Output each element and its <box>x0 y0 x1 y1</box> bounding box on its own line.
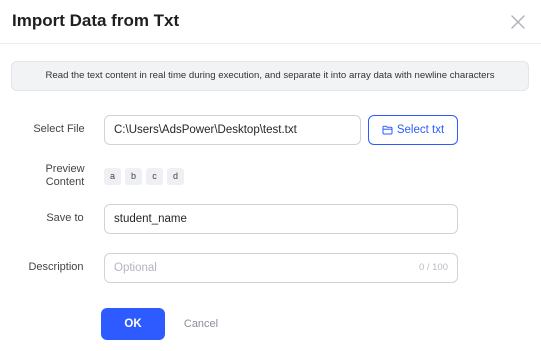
dialog-header: Import Data from Txt <box>0 0 541 44</box>
preview-content-label: Preview Content <box>26 163 104 189</box>
folder-icon <box>382 125 393 135</box>
file-path-input[interactable]: C:\Users\AdsPower\Desktop\test.txt <box>104 115 361 145</box>
preview-label-line1: Preview <box>45 163 85 175</box>
preview-label-line2: Content <box>45 176 85 188</box>
description-char-counter: 0 / 100 <box>418 262 448 273</box>
select-file-label: Select File <box>33 123 85 135</box>
description-placeholder: Optional <box>114 262 157 274</box>
save-to-label: Save to <box>46 212 84 224</box>
select-txt-label: Select txt <box>396 124 445 136</box>
save-to-value: student_name <box>114 213 187 225</box>
dialog-title: Import Data from Txt <box>12 11 180 30</box>
preview-chip: c <box>146 168 163 185</box>
description-label: Description <box>28 261 84 273</box>
file-path-value: C:\Users\AdsPower\Desktop\test.txt <box>114 124 297 136</box>
preview-chip: a <box>104 168 121 185</box>
description-input[interactable]: Optional 0 / 100 <box>104 253 458 283</box>
ok-button[interactable]: OK <box>101 308 165 340</box>
preview-chip: b <box>125 168 142 185</box>
preview-chip: d <box>167 168 184 185</box>
close-icon[interactable] <box>509 13 527 31</box>
save-to-input[interactable]: student_name <box>104 204 458 234</box>
info-notice: Read the text content in real time durin… <box>11 61 529 91</box>
import-txt-dialog: Import Data from Txt Read the text conte… <box>0 0 541 351</box>
preview-chips: abcd <box>104 166 188 185</box>
select-txt-button[interactable]: Select txt <box>368 115 458 145</box>
cancel-button[interactable]: Cancel <box>176 308 226 340</box>
